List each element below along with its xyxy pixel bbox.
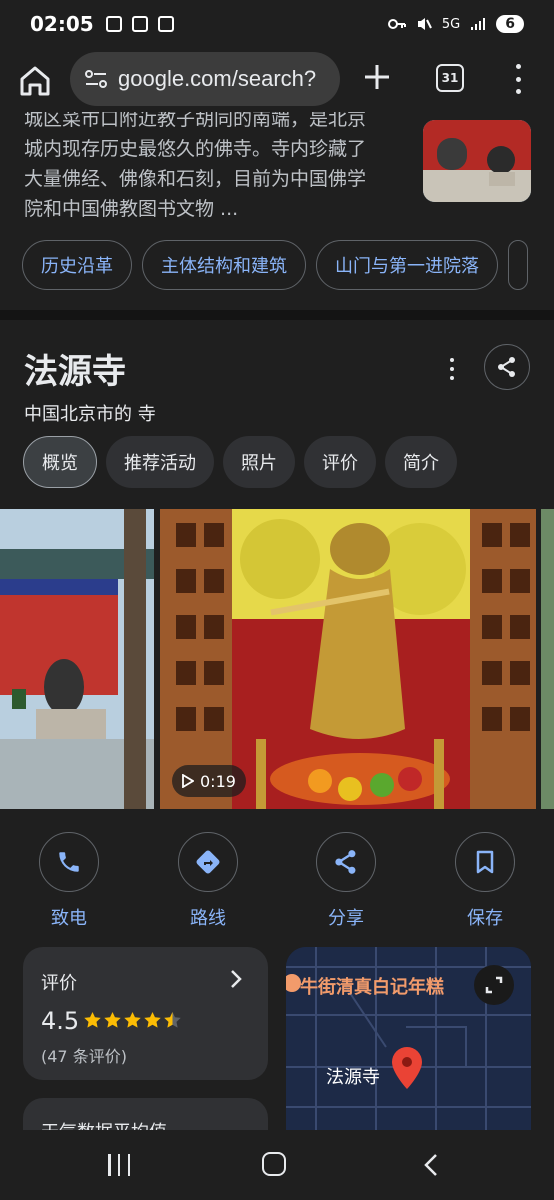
- section-divider: [0, 310, 554, 320]
- new-tab-icon[interactable]: [362, 62, 392, 92]
- map-poi-label: 牛街清真白记年糕: [300, 977, 444, 998]
- next-photo-peek[interactable]: [541, 509, 554, 809]
- snippet-line: 城内现存历史最悠久的佛寺。寺内珍藏了: [24, 138, 367, 160]
- snippet-line: 院和中国佛教图书文物 ...: [24, 198, 239, 220]
- url-text: google.com/search?: [118, 66, 317, 91]
- snippet-line: 城区菜市口附近教子胡同的南端，是北京: [24, 112, 367, 130]
- call-label: 致电: [51, 908, 87, 929]
- tab-about[interactable]: 简介: [385, 436, 457, 488]
- rating-card[interactable]: 评价 4.5 (47 条评价): [23, 947, 268, 1080]
- chevron-right-icon: [231, 970, 242, 988]
- back-icon[interactable]: [420, 1152, 444, 1178]
- half-star-icon: [164, 1011, 181, 1028]
- video-duration-badge: 0:19: [172, 765, 246, 797]
- rating-count: (47 条评价): [41, 1047, 127, 1066]
- key-icon: [387, 19, 406, 29]
- map-pin-icon: [392, 1047, 422, 1089]
- snippet-line: 大量佛经、佛像和石刻，目前为中国佛学: [24, 168, 367, 190]
- share-icon: [498, 357, 515, 377]
- call-action[interactable]: 致电: [34, 832, 104, 930]
- tab-photos[interactable]: 照片: [223, 436, 295, 488]
- save-label: 保存: [467, 908, 503, 929]
- status-system-icons: 5G 6: [387, 15, 524, 33]
- expand-icon: [485, 976, 503, 994]
- browser-toolbar: google.com/search? 31: [0, 48, 554, 112]
- map-card[interactable]: 牛街清真白记年糕 法源寺: [286, 947, 531, 1130]
- home-nav-icon[interactable]: [262, 1152, 286, 1176]
- home-icon[interactable]: [18, 64, 52, 98]
- section-chips: 历史沿革 主体结构和建筑 山门与第一进院落: [22, 240, 528, 290]
- chip-more[interactable]: [508, 240, 528, 290]
- result-snippet[interactable]: 城区菜市口附近教子胡同的南端，是北京 城内现存历史最悠久的佛寺。寺内珍藏了 大量…: [24, 112, 394, 224]
- signal-icon: [471, 18, 486, 30]
- status-notification-icons: [105, 16, 174, 32]
- chip-structure[interactable]: 主体结构和建筑: [142, 240, 306, 290]
- directions-action[interactable]: 路线: [173, 832, 243, 930]
- tab-switcher-button[interactable]: 31: [436, 64, 464, 92]
- chip-gate-courtyard[interactable]: 山门与第一进院落: [316, 240, 498, 290]
- system-nav-bar: [0, 1130, 554, 1200]
- play-icon: [182, 774, 194, 788]
- star-icon: [144, 1011, 161, 1028]
- checkbox-notification-icon: [105, 16, 122, 32]
- status-bar: 02:05 5G 6: [0, 0, 554, 48]
- map-place-label: 法源寺: [326, 1067, 380, 1088]
- chip-history[interactable]: 历史沿革: [22, 240, 132, 290]
- snippet-thumbnail[interactable]: [423, 120, 531, 202]
- place-title: 法源寺: [24, 352, 126, 392]
- share-icon: [335, 850, 356, 874]
- star-icon: [104, 1011, 121, 1028]
- share-label: 分享: [328, 908, 364, 929]
- phone-icon: [59, 852, 79, 872]
- tab-reviews[interactable]: 评价: [304, 436, 376, 488]
- rating-card-label: 评价: [41, 973, 77, 994]
- scan-notification-icon: [131, 16, 148, 32]
- url-bar[interactable]: google.com/search?: [70, 52, 340, 106]
- statue-video-thumbnail[interactable]: 0:19: [160, 509, 536, 809]
- site-settings-icon[interactable]: [84, 69, 108, 89]
- more-options-icon[interactable]: [448, 358, 456, 380]
- video-duration: 0:19: [200, 771, 236, 791]
- place-actions: 致电 路线 分享 保存: [0, 832, 554, 932]
- taobao-notification-icon: [157, 16, 174, 32]
- weather-card[interactable]: 天气数据平均值: [23, 1098, 268, 1130]
- star-icon: [124, 1011, 141, 1028]
- recents-icon[interactable]: [108, 1154, 130, 1176]
- battery-indicator: 6: [496, 15, 524, 33]
- share-action[interactable]: 分享: [311, 832, 381, 930]
- expand-map-button[interactable]: [474, 965, 514, 1005]
- tab-activities[interactable]: 推荐活动: [106, 436, 214, 488]
- search-results[interactable]: 城区菜市口附近教子胡同的南端，是北京 城内现存历史最悠久的佛寺。寺内珍藏了 大量…: [0, 112, 554, 1130]
- weather-card-title: 天气数据平均值: [41, 1118, 167, 1130]
- star-icon: [84, 1011, 101, 1028]
- save-action[interactable]: 保存: [450, 832, 520, 930]
- overflow-menu-icon[interactable]: [510, 64, 526, 94]
- status-time: 02:05: [30, 12, 94, 36]
- bookmark-icon: [476, 850, 494, 874]
- place-tabs: 概览 推荐活动 照片 评价 简介: [23, 436, 457, 488]
- tab-overview[interactable]: 概览: [23, 436, 97, 488]
- directions-label: 路线: [190, 908, 226, 929]
- share-button[interactable]: [484, 344, 530, 390]
- mute-icon: [417, 18, 432, 30]
- directions-icon: [196, 850, 220, 874]
- tab-count: 31: [441, 71, 459, 85]
- rating-score: 4.5: [41, 1007, 80, 1035]
- place-subtitle: 中国北京市的 寺: [24, 404, 156, 425]
- temple-gate-photo[interactable]: [0, 509, 154, 809]
- network-type: 5G: [441, 16, 461, 32]
- photo-carousel[interactable]: 0:19: [0, 509, 554, 809]
- rating-stars: [83, 1011, 182, 1029]
